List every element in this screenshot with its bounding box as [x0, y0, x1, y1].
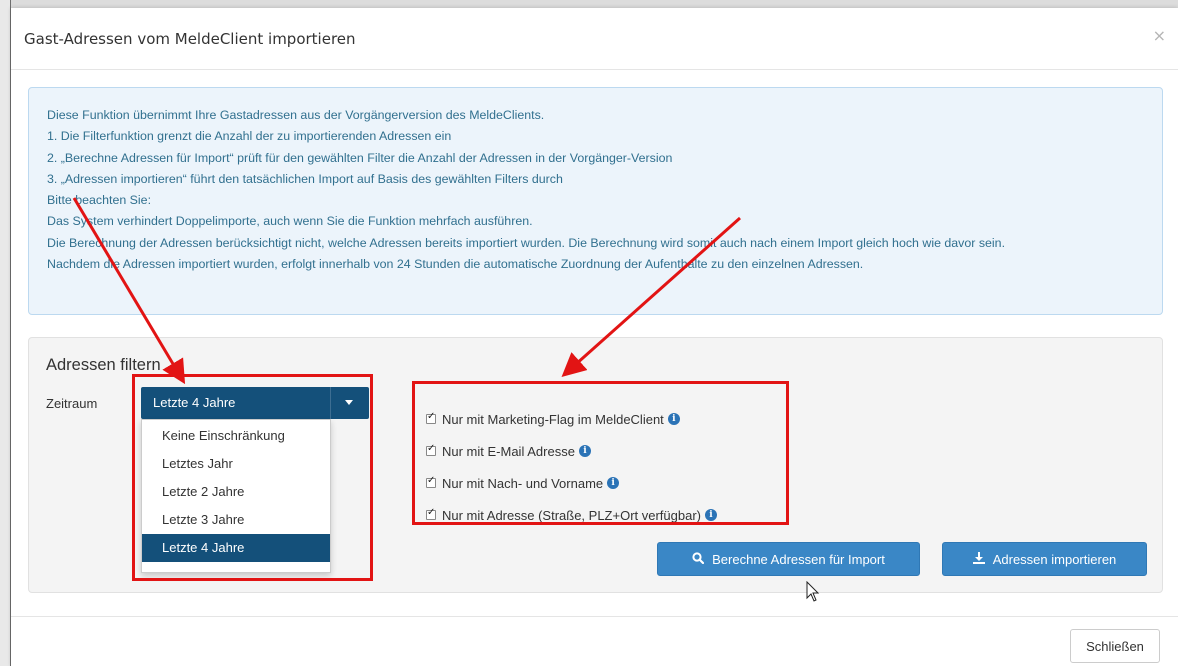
zeitraum-label: Zeitraum	[46, 396, 98, 411]
modal-title: Gast-Adressen vom MeldeClient importiere…	[24, 30, 356, 48]
info-line: Diese Funktion übernimmt Ihre Gastadress…	[47, 108, 545, 122]
modal-header: Gast-Adressen vom MeldeClient importiere…	[11, 8, 1178, 70]
calculate-button-label: Berechne Adressen für Import	[712, 551, 885, 567]
annotation-box-checkboxes	[412, 381, 789, 525]
info-line: Bitte beachten Sie:	[47, 193, 152, 208]
filter-title: Adressen filtern	[46, 356, 161, 374]
info-alert: Diese Funktion übernimmt Ihre Gastadress…	[28, 87, 1163, 315]
import-button[interactable]: Adressen importieren	[942, 542, 1147, 576]
info-line: Das System verhindert Doppelimporte, auc…	[47, 214, 533, 229]
background-strip	[0, 0, 1178, 8]
info-line: 2. „Berechne Adressen für Import“ prüft …	[47, 150, 673, 165]
download-icon	[972, 551, 985, 567]
close-button[interactable]: Schließen	[1070, 629, 1160, 663]
calculate-button[interactable]: Berechne Adressen für Import	[657, 542, 920, 576]
info-line: 3. „Adressen importieren“ führt den tats…	[47, 171, 563, 186]
info-line: 1. Die Filterfunktion grenzt die Anzahl …	[47, 129, 452, 144]
search-icon	[692, 551, 705, 567]
import-button-label: Adressen importieren	[992, 551, 1117, 567]
close-icon[interactable]: ×	[1153, 28, 1166, 44]
info-line: Nachdem die Adressen importiert wurden, …	[47, 257, 864, 272]
modal-footer-divider	[11, 616, 1178, 617]
background-edge	[0, 0, 11, 666]
info-line: Die Berechnung der Adressen berücksichti…	[47, 235, 1006, 250]
mouse-cursor-icon	[806, 581, 820, 602]
annotation-box-zeitraum	[132, 374, 373, 581]
